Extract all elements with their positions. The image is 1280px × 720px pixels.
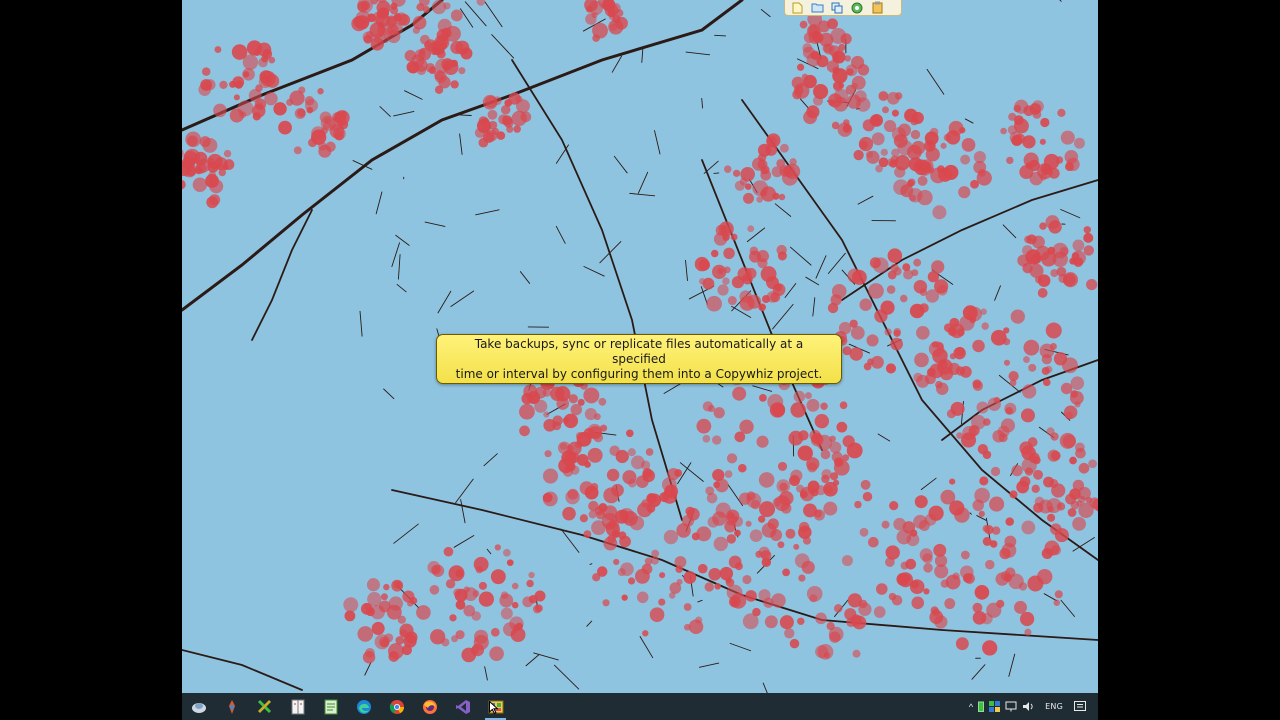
volume-icon[interactable] — [1022, 693, 1034, 720]
notebook-icon[interactable] — [281, 693, 314, 720]
desktop: Take backups, sync or replicate files au… — [182, 0, 1098, 720]
visual-studio-icon[interactable] — [446, 693, 479, 720]
copywhiz-mini-toolbar — [784, 0, 902, 16]
copy-icon[interactable] — [829, 1, 845, 14]
tooltip-line-2: time or interval by configuring them int… — [455, 366, 823, 381]
mouse-cursor-icon — [489, 700, 499, 719]
new-file-icon[interactable] — [789, 1, 805, 14]
tooltip-line-1: Take backups, sync or replicate files au… — [474, 336, 804, 366]
clipboard-icon[interactable] — [869, 1, 885, 14]
open-folder-icon[interactable] — [809, 1, 825, 14]
network-icon[interactable] — [1005, 693, 1017, 720]
start-icon[interactable] — [182, 693, 215, 720]
system-tray: ^ ENG — [969, 693, 1098, 720]
refresh-icon[interactable] — [849, 1, 865, 14]
video-frame: Take backups, sync or replicate files au… — [0, 0, 1280, 720]
chrome-icon[interactable] — [380, 693, 413, 720]
notification-icon[interactable] — [1074, 693, 1086, 720]
battery-icon[interactable] — [978, 693, 985, 720]
firefox-icon[interactable] — [413, 693, 446, 720]
windows-defender-icon[interactable] — [989, 693, 1001, 720]
language-indicator[interactable]: ENG — [1039, 693, 1069, 720]
tooltip-text: Take backups, sync or replicate files au… — [449, 337, 829, 382]
paint-3d-icon[interactable] — [215, 693, 248, 720]
tray-chevron-glyph: ^ — [968, 701, 974, 712]
feature-tooltip: Take backups, sync or replicate files au… — [436, 334, 842, 384]
taskbar: ^ ENG — [182, 693, 1098, 720]
chevron-up-icon[interactable]: ^ — [969, 693, 973, 720]
copywhiz-x-icon[interactable] — [248, 693, 281, 720]
notepad-icon[interactable] — [314, 693, 347, 720]
edge-icon[interactable] — [347, 693, 380, 720]
